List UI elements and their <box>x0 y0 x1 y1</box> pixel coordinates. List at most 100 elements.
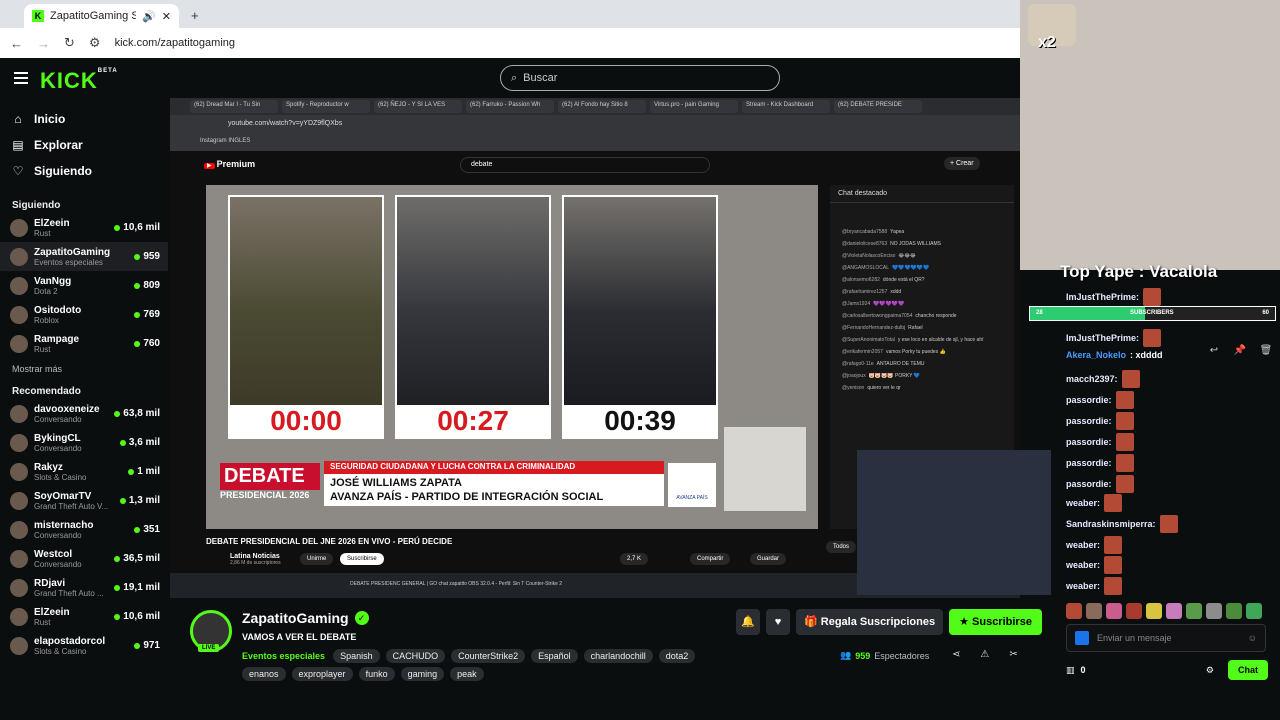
chat-username[interactable]: weaber: <box>1066 560 1100 570</box>
tag-chip[interactable]: charlandochill <box>583 649 653 663</box>
subscribe-button[interactable]: ★ Suscribirse <box>949 609 1042 635</box>
chat-message[interactable]: Akera_Nokelo: xdddd <box>1066 350 1163 360</box>
emote-icon[interactable] <box>1126 603 1142 619</box>
reload-icon[interactable]: ↻ <box>64 35 75 51</box>
chat-message[interactable]: Sandraskinsmiperra: <box>1066 515 1178 533</box>
report-icon[interactable]: ⚠ <box>980 649 989 660</box>
tag-chip[interactable]: Spanish <box>333 649 380 663</box>
gift-subs-button[interactable]: 🎁 Regala Suscripciones <box>796 609 944 635</box>
chat-message[interactable]: passordie: <box>1066 454 1134 472</box>
sidebar-channel[interactable]: misternacho Conversando 351 <box>0 515 168 544</box>
chat-message[interactable]: weaber: <box>1066 577 1123 595</box>
chat-username[interactable]: ImJustThePrime: <box>1066 292 1139 302</box>
back-icon[interactable]: ← <box>10 36 23 51</box>
sidebar-channel[interactable]: Rakyz Slots & Casino 1 mil <box>0 457 168 486</box>
reply-icon[interactable]: ↩ <box>1206 345 1222 361</box>
emote-icon[interactable] <box>1106 603 1122 619</box>
sidebar-channel[interactable]: ElZeein Rust 10,6 mil <box>0 213 168 242</box>
chat-message[interactable]: weaber: <box>1066 556 1123 574</box>
sidebar-channel[interactable]: Rampage Rust 760 <box>0 329 168 358</box>
chat-message[interactable]: weaber: <box>1066 536 1123 554</box>
nav-explorar[interactable]: ▤ Explorar <box>0 132 168 158</box>
chat-username[interactable]: macch2397: <box>1066 374 1118 384</box>
chat-username[interactable]: weaber: <box>1066 581 1100 591</box>
sidebar-channel[interactable]: Westcol Conversando 36,5 mil <box>0 544 168 573</box>
tag-chip[interactable]: enanos <box>242 667 286 681</box>
chat-message[interactable]: passordie: <box>1066 433 1134 451</box>
avatar <box>10 491 28 510</box>
channel-name: Rampage <box>34 333 80 345</box>
chat-username[interactable]: passordie: <box>1066 458 1112 468</box>
clip-icon[interactable]: ✂ <box>1009 649 1017 660</box>
nav-siguiendo[interactable]: ♡ Siguiendo <box>0 158 168 184</box>
chat-settings-icon[interactable]: ⚙ <box>1206 665 1214 676</box>
tag-chip[interactable]: CounterStrike2 <box>451 649 526 663</box>
audio-icon[interactable]: 🔊 <box>142 10 156 23</box>
new-tab-icon[interactable]: + <box>191 8 199 23</box>
badge-icon[interactable] <box>1075 631 1089 645</box>
follow-heart-icon[interactable]: ♥ <box>766 609 790 635</box>
url-bar[interactable]: kick.com/zapatitogaming <box>115 37 235 49</box>
emote-icon[interactable] <box>1186 603 1202 619</box>
tag-chip[interactable]: gaming <box>400 667 445 681</box>
send-chat-button[interactable]: Chat <box>1228 660 1268 680</box>
menu-icon[interactable] <box>14 72 28 84</box>
tag-chip[interactable]: funko <box>358 667 395 681</box>
tag-chip[interactable]: CACHUDO <box>385 649 446 663</box>
chat-username[interactable]: passordie: <box>1066 479 1112 489</box>
sidebar-channel[interactable]: elapostadorcol Slots & Casino 971 <box>0 631 168 660</box>
points-icon[interactable]: ▥ <box>1066 665 1075 676</box>
channel-name[interactable]: ZapatitoGaming <box>242 610 349 626</box>
emote-icon[interactable] <box>1066 603 1082 619</box>
chat-message[interactable]: passordie: <box>1066 391 1134 409</box>
close-tab-icon[interactable]: ✕ <box>162 10 171 23</box>
chat-message[interactable]: macch2397: <box>1066 370 1140 388</box>
sidebar-channel[interactable]: BykingCL Conversando 3,6 mil <box>0 428 168 457</box>
chat-username[interactable]: passordie: <box>1066 416 1112 426</box>
chat-message[interactable]: ImJustThePrime: <box>1066 329 1162 347</box>
chat-input[interactable]: Enviar un mensaje ☺ <box>1066 624 1266 652</box>
sidebar-channel[interactable]: davooxeneize Conversando 63,8 mil <box>0 399 168 428</box>
chat-username[interactable]: weaber: <box>1066 498 1100 508</box>
kick-logo[interactable]: KICKBETA <box>40 68 118 94</box>
tag-chip[interactable]: Español <box>531 649 578 663</box>
browser-tab[interactable]: K ZapatitoGaming Stream - V 🔊 ✕ <box>24 4 179 28</box>
chat-username[interactable]: weaber: <box>1066 540 1100 550</box>
chat-username[interactable]: passordie: <box>1066 395 1112 405</box>
chat-message[interactable]: passordie: <box>1066 412 1134 430</box>
emote-icon[interactable] <box>1246 603 1262 619</box>
pin-icon[interactable]: 📌 <box>1232 345 1248 361</box>
chat-username[interactable]: Akera_Nokelo <box>1066 350 1126 360</box>
emote-icon[interactable] <box>1166 603 1182 619</box>
forward-icon[interactable]: → <box>37 36 50 51</box>
sidebar-channel[interactable]: ElZeein Rust 10,6 mil <box>0 602 168 631</box>
chat-username[interactable]: Sandraskinsmiperra: <box>1066 519 1156 529</box>
chat-message[interactable]: passordie: <box>1066 475 1134 493</box>
chat-message[interactable]: ImJustThePrime: <box>1066 288 1162 306</box>
site-info-icon[interactable]: ⚙ <box>89 35 101 51</box>
emote-icon[interactable] <box>1086 603 1102 619</box>
bell-icon[interactable]: 🔔 <box>736 609 760 635</box>
trash-icon[interactable]: 🗑 <box>1258 345 1274 361</box>
chat-username[interactable]: passordie: <box>1066 437 1112 447</box>
tag-chip[interactable]: dota2 <box>658 649 696 663</box>
emote-icon[interactable] <box>1226 603 1242 619</box>
category-link[interactable]: Eventos especiales <box>242 651 325 661</box>
live-dot-icon <box>134 282 141 289</box>
chat-message[interactable]: weaber: <box>1066 494 1123 512</box>
sidebar-channel[interactable]: ZapatitoGaming Eventos especiales 959 <box>0 242 168 271</box>
nav-inicio[interactable]: ⌂ Inicio <box>0 106 168 132</box>
share-icon[interactable]: ⋖ <box>952 649 960 660</box>
emote-icon[interactable] <box>1146 603 1162 619</box>
show-more-link[interactable]: Mostrar más <box>0 358 168 380</box>
sidebar-channel[interactable]: RDjavi Grand Theft Auto ... 19,1 mil <box>0 573 168 602</box>
sidebar-channel[interactable]: VanNgg Dota 2 809 <box>0 271 168 300</box>
tag-chip[interactable]: peak <box>450 667 484 681</box>
emote-icon[interactable] <box>1206 603 1222 619</box>
sidebar-channel[interactable]: Ositodoto Roblox 769 <box>0 300 168 329</box>
search-input[interactable]: ⌕ Buscar <box>500 65 780 91</box>
emoji-icon[interactable]: ☺ <box>1248 633 1257 643</box>
sidebar-channel[interactable]: SoyOmarTV Grand Theft Auto V... 1,3 mil <box>0 486 168 515</box>
chat-username[interactable]: ImJustThePrime: <box>1066 333 1139 343</box>
tag-chip[interactable]: exproplayer <box>291 667 353 681</box>
